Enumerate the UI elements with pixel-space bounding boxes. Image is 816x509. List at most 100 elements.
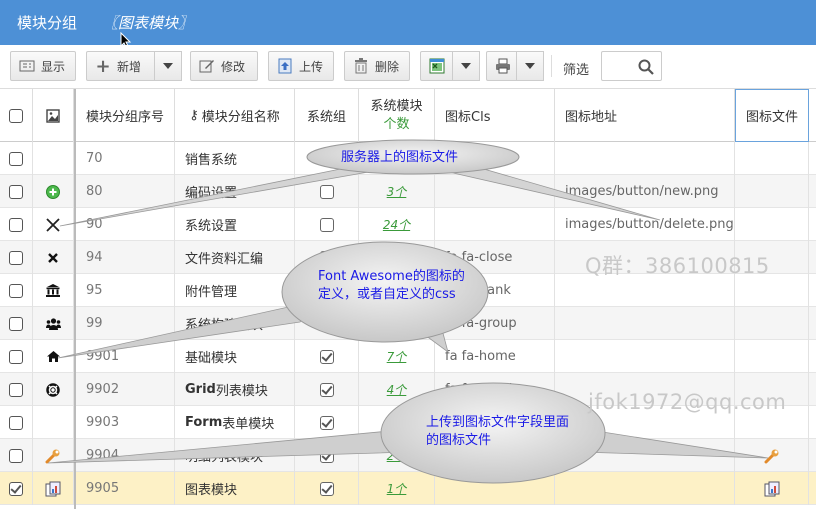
export-excel-button[interactable] — [420, 51, 454, 81]
callout-font-awesome-text: Font Awesome的图标的定义，或者自定义的css — [318, 269, 465, 302]
count-link[interactable]: 2个 — [387, 315, 407, 332]
cell-count[interactable]: 2个 — [359, 307, 435, 340]
export-dropdown-button[interactable] — [452, 51, 480, 81]
cell-count[interactable]: 3个 — [359, 175, 435, 208]
table-row[interactable]: 9905 图表模块 1个 — [0, 472, 816, 505]
cell-name: Form 表单模块 — [175, 406, 295, 439]
chart-icon — [764, 481, 780, 497]
header-count[interactable]: 系统模块 个数 — [359, 89, 435, 142]
row-select-checkbox[interactable] — [0, 175, 33, 208]
breadcrumb-subtitle[interactable]: 〖图表模块〗 — [103, 12, 193, 33]
iconurl-value: images/button/new.png — [565, 184, 719, 199]
count-link[interactable]: 3个 — [387, 183, 407, 200]
header-name[interactable]: ⚷ 模块分组名称 — [175, 89, 295, 142]
cell-order: 90 — [76, 208, 175, 241]
edit-button[interactable]: 修改 — [190, 51, 258, 81]
cell-count[interactable]: 1个 — [359, 472, 435, 505]
cell-system-checkbox[interactable] — [295, 373, 359, 406]
cell-count[interactable]: 3个 — [359, 406, 435, 439]
cell-system-checkbox[interactable] — [295, 307, 359, 340]
cell-system-checkbox[interactable] — [295, 406, 359, 439]
cell-iconfile — [735, 307, 809, 340]
cell-iconurl: images/button/new.png — [555, 175, 735, 208]
cell-count[interactable]: 7个 — [359, 340, 435, 373]
upload-button[interactable]: 上传 — [268, 51, 334, 81]
cell-system-checkbox[interactable] — [295, 472, 359, 505]
cell-system-checkbox[interactable] — [295, 340, 359, 373]
order-value: 95 — [86, 283, 103, 298]
cell-name: 附件管理 — [175, 274, 295, 307]
table-row[interactable]: 80 编码设置 3个 images/button/new.png — [0, 175, 816, 208]
count-link[interactable]: 2个 — [387, 447, 407, 464]
cell-count[interactable]: 2个 — [359, 439, 435, 472]
header-order[interactable]: 模块分组序号 — [76, 89, 175, 142]
count-link[interactable]: 4个 — [387, 381, 407, 398]
row-select-checkbox[interactable] — [0, 142, 33, 175]
cell-count[interactable]: 24个 — [359, 208, 435, 241]
add-button[interactable]: + 新增 — [86, 51, 156, 81]
order-value: 90 — [86, 217, 103, 232]
printer-icon — [495, 58, 511, 74]
chart-icon — [45, 481, 61, 497]
name-value: 附件管理 — [185, 285, 238, 300]
cell-iconfile — [735, 142, 809, 175]
excel-icon — [429, 58, 445, 74]
cell-iconurl — [555, 307, 735, 340]
count-link[interactable]: 2个 — [387, 249, 407, 266]
iconcls-value: fa fa-life-ring — [445, 382, 529, 397]
cell-system-checkbox[interactable] — [295, 208, 359, 241]
fa-home-icon — [46, 351, 60, 362]
row-select-checkbox[interactable] — [0, 373, 33, 406]
order-value: 94 — [86, 250, 103, 265]
add-label: 新增 — [117, 59, 142, 74]
filter-label: 筛选 — [563, 63, 590, 78]
cell-iconurl — [555, 340, 735, 373]
header-iconurl[interactable]: 图标地址 — [555, 89, 735, 142]
cell-iconcls — [435, 472, 555, 505]
row-select-checkbox[interactable] — [0, 439, 33, 472]
header-iconcls[interactable]: 图标Cls — [435, 89, 555, 142]
cell-iconcls — [435, 175, 555, 208]
add-dropdown-button[interactable] — [154, 51, 182, 81]
table-row[interactable]: 9901 基础模块 7个 fa fa-home — [0, 340, 816, 373]
cell-iconfile — [735, 439, 809, 472]
cell-name: 文件资料汇编 — [175, 241, 295, 274]
row-select-checkbox[interactable] — [0, 340, 33, 373]
order-value: 9904 — [86, 448, 120, 463]
name-value: 明细列表模块 — [185, 450, 264, 465]
select-all-checkbox[interactable] — [0, 89, 33, 142]
upload-label: 上传 — [299, 59, 324, 74]
row-select-checkbox[interactable] — [0, 472, 33, 505]
show-button[interactable]: 显示 — [10, 51, 76, 81]
row-select-checkbox[interactable] — [0, 307, 33, 340]
row-select-checkbox[interactable] — [0, 241, 33, 274]
count-link[interactable]: 7个 — [387, 348, 407, 365]
table-row[interactable]: 90 系统设置 24个 images/button/delete.png — [0, 208, 816, 241]
cell-order: 99 — [76, 307, 175, 340]
row-select-checkbox[interactable] — [0, 274, 33, 307]
header-iconfile[interactable]: 图标文件 — [735, 89, 809, 142]
filter-input[interactable] — [601, 51, 662, 81]
fa-bank-icon — [46, 284, 60, 297]
cell-order: 9905 — [76, 472, 175, 505]
row-icon-cell — [33, 373, 74, 406]
count-link[interactable]: 3个 — [387, 414, 407, 431]
table-row[interactable]: 9904 明细列表模块 2个 — [0, 439, 816, 472]
header-count-line2: 个数 — [383, 116, 410, 132]
delete-button[interactable]: 删除 — [344, 51, 410, 81]
row-select-checkbox[interactable] — [0, 208, 33, 241]
row-icon-cell — [33, 175, 74, 208]
print-button[interactable] — [486, 51, 520, 81]
cell-system-checkbox[interactable] — [295, 175, 359, 208]
count-link[interactable]: 24个 — [383, 216, 410, 233]
table-row[interactable]: 99 系统构建模块 2个 fa fa-group — [0, 307, 816, 340]
print-dropdown-button[interactable] — [516, 51, 544, 81]
cell-name: Grid 列表模块 — [175, 373, 295, 406]
count-link[interactable]: 1个 — [387, 480, 407, 497]
cell-count[interactable]: 4个 — [359, 373, 435, 406]
header-system[interactable]: 系统组 — [295, 89, 359, 142]
cell-order: 70 — [76, 142, 175, 175]
row-select-checkbox[interactable] — [0, 406, 33, 439]
cell-system-checkbox[interactable] — [295, 439, 359, 472]
name-value: 图表模块 — [185, 483, 238, 498]
